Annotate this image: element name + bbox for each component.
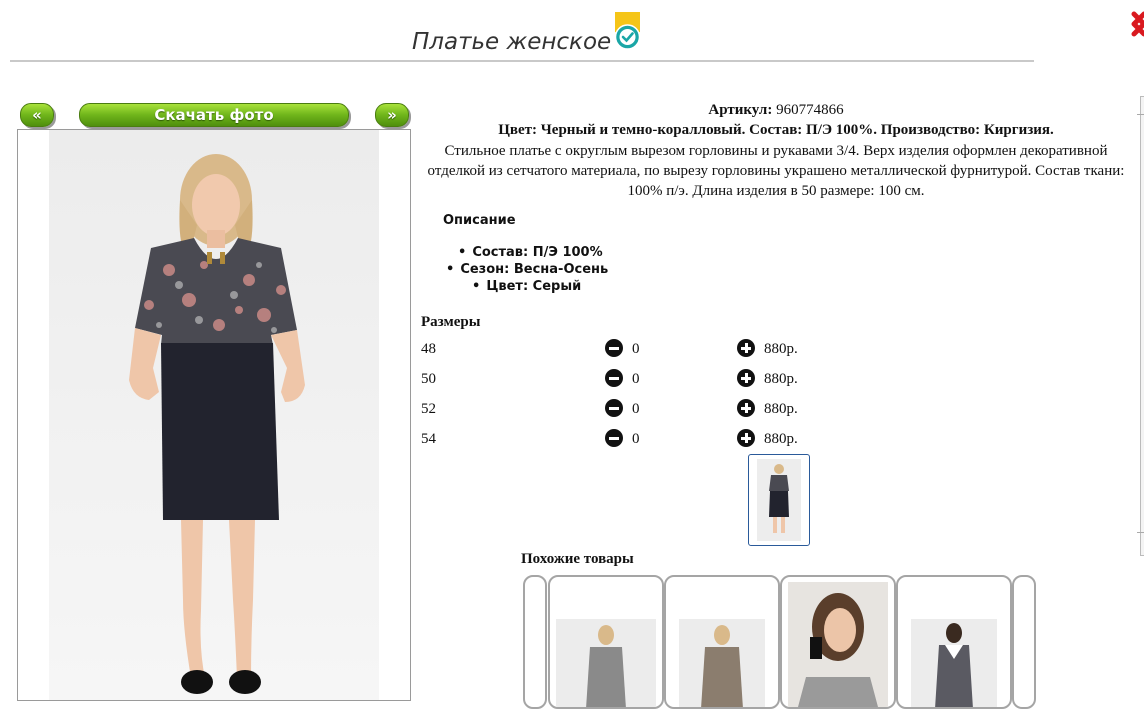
size-quantity: 0 <box>632 371 640 387</box>
minus-circle-icon[interactable] <box>605 339 623 357</box>
prev-photo-button[interactable]: « <box>20 103 54 127</box>
photo-thumbnail[interactable] <box>748 454 810 546</box>
size-label: 52 <box>421 401 436 417</box>
download-photo-button[interactable]: Скачать фото <box>79 103 349 127</box>
close-icon[interactable] <box>1130 8 1144 42</box>
plus-circle-icon[interactable] <box>737 429 755 447</box>
detail-item-color: Цвет: Серый <box>472 279 581 294</box>
page-title: Платье женское <box>412 29 612 55</box>
size-price: 880р. <box>764 431 798 447</box>
plus-circle-icon[interactable] <box>737 339 755 357</box>
detail-item-season: Сезон: Весна-Осень <box>446 262 608 277</box>
similar-scroll-right[interactable] <box>1012 575 1036 709</box>
minus-circle-icon[interactable] <box>605 369 623 387</box>
plus-circle-icon[interactable] <box>737 399 755 417</box>
verified-badge-icon <box>614 12 641 50</box>
size-quantity: 0 <box>632 341 640 357</box>
size-quantity: 0 <box>632 401 640 417</box>
product-info: Артикул: 960774866 Цвет: Черный и темно-… <box>420 100 1132 201</box>
similar-product-card[interactable] <box>548 575 664 709</box>
next-photo-button[interactable]: » <box>375 103 409 127</box>
similar-product-card[interactable] <box>896 575 1012 709</box>
article-label: Артикул: <box>708 102 773 118</box>
size-label: 54 <box>421 431 436 447</box>
article-line: Артикул: 960774866 <box>420 100 1132 120</box>
size-label: 48 <box>421 341 436 357</box>
size-label: 50 <box>421 371 436 387</box>
header: Платье женское <box>10 0 1034 62</box>
sizes-heading: Размеры <box>421 314 481 330</box>
minus-circle-icon[interactable] <box>605 429 623 447</box>
size-price: 880р. <box>764 341 798 357</box>
details-heading: Описание <box>443 213 516 228</box>
scrollbar[interactable] <box>1140 96 1144 556</box>
main-product-photo[interactable] <box>17 129 411 701</box>
dress-model-image <box>129 154 305 694</box>
scrollbar-arrow-down[interactable] <box>1137 532 1144 533</box>
scrollbar-arrow-up[interactable] <box>1137 114 1144 115</box>
size-quantity: 0 <box>632 431 640 447</box>
size-price: 880р. <box>764 401 798 417</box>
color-composition-line: Цвет: Черный и темно-коралловый. Состав:… <box>498 122 1054 138</box>
product-description: Стильное платье с округлым вырезом горло… <box>427 143 1125 199</box>
similar-scroll-left[interactable] <box>523 575 547 709</box>
plus-circle-icon[interactable] <box>737 369 755 387</box>
similar-product-card[interactable] <box>780 575 896 709</box>
minus-circle-icon[interactable] <box>605 399 623 417</box>
detail-item-composition: Состав: П/Э 100% <box>458 245 602 260</box>
similar-products-heading: Похожие товары <box>521 551 634 567</box>
size-price: 880р. <box>764 371 798 387</box>
similar-product-card[interactable] <box>664 575 780 709</box>
article-value: 960774866 <box>776 102 844 118</box>
